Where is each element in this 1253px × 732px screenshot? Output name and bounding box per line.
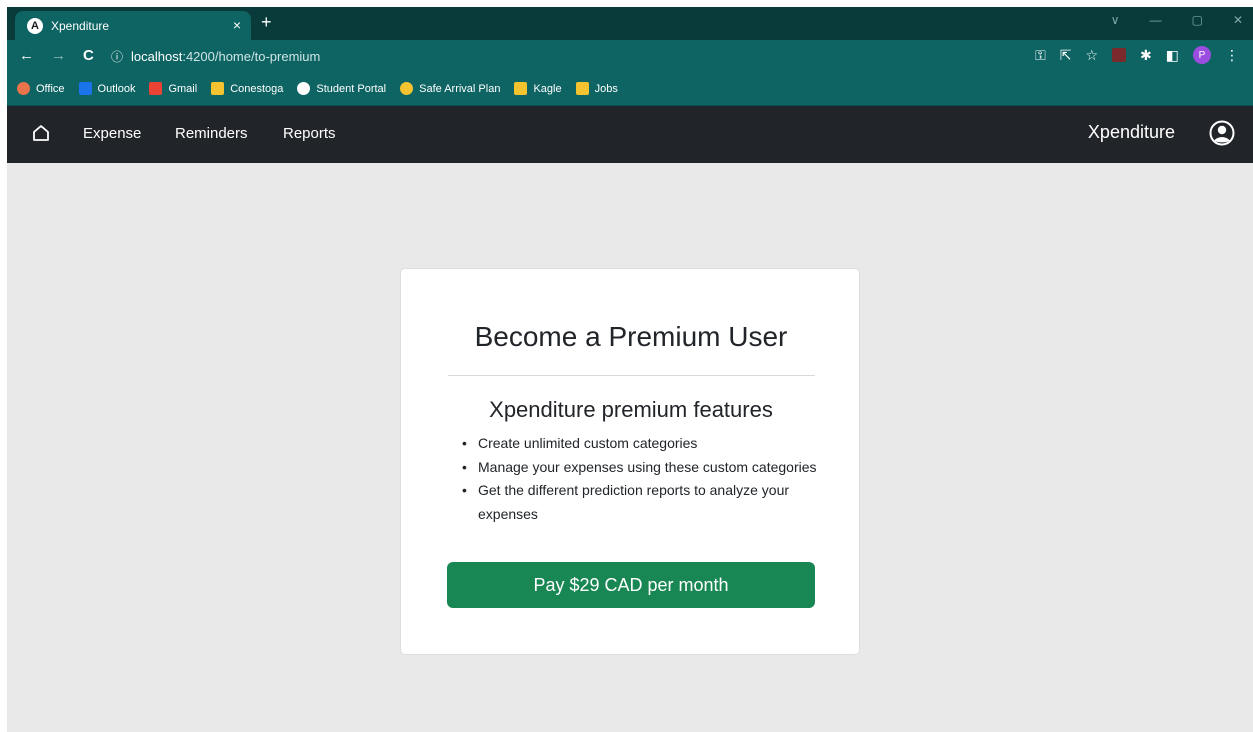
- profile-avatar[interactable]: P: [1193, 46, 1211, 64]
- close-tab-icon[interactable]: ×: [233, 17, 241, 33]
- globe-icon: [297, 82, 311, 95]
- browser-tab-strip: A Xpenditure × + ∨ — ▢ ✕: [7, 7, 1253, 40]
- bookmark-item[interactable]: Conestoga: [211, 82, 283, 95]
- key-icon[interactable]: ⚿: [1035, 47, 1046, 64]
- pay-button[interactable]: Pay $29 CAD per month: [447, 562, 815, 608]
- features-heading: Xpenditure premium features: [489, 397, 773, 422]
- forward-icon[interactable]: →: [51, 47, 66, 64]
- toolbar-icons: ⚿ ⇱ ☆ ✱ ◧ P ⋮: [1035, 46, 1239, 64]
- bookmark-item[interactable]: Jobs: [575, 82, 618, 95]
- url-path: :4200/home/to-premium: [182, 48, 321, 64]
- bookmark-label: Office: [36, 82, 65, 95]
- angular-favicon-icon: A: [27, 17, 43, 34]
- bookmark-item[interactable]: Outlook: [78, 82, 136, 95]
- list-item: Manage your expenses using these custom …: [458, 456, 818, 480]
- browser-toolbar: ← → C ⓘ localhost:4200/home/to-premium ⚿…: [7, 40, 1253, 72]
- browser-tab[interactable]: A Xpenditure ×: [15, 11, 251, 40]
- nav-link-expense[interactable]: Expense: [83, 125, 141, 142]
- back-icon[interactable]: ←: [19, 47, 34, 64]
- bookmark-item[interactable]: Safe Arrival Plan: [400, 82, 500, 95]
- close-window-icon[interactable]: ✕: [1233, 13, 1243, 27]
- folder-icon: [211, 82, 225, 95]
- list-item: Create unlimited custom categories: [458, 432, 818, 456]
- screen: A Xpenditure × + ∨ — ▢ ✕ ← → C ⓘ localho…: [7, 7, 1253, 732]
- folder-icon: [514, 82, 528, 95]
- bookmarks-bar: Office Outlook Gmail Conestoga Student Porta…: [7, 72, 1253, 106]
- window-controls: ∨ — ▢ ✕: [1111, 13, 1243, 27]
- bookmark-item[interactable]: Student Portal: [297, 82, 386, 95]
- bookmark-label: Student Portal: [316, 82, 387, 95]
- list-item: Get the different prediction reports to …: [458, 479, 818, 526]
- outlook-icon: [78, 82, 92, 95]
- bookmark-label: Conestoga: [230, 82, 284, 95]
- home-icon[interactable]: [31, 123, 51, 143]
- divider: [448, 375, 815, 376]
- nav-link-reminders[interactable]: Reminders: [175, 125, 248, 142]
- features-list: Create unlimited custom categories Manag…: [458, 432, 818, 526]
- bookmark-item[interactable]: Office: [17, 82, 65, 95]
- minimize-icon[interactable]: —: [1150, 13, 1162, 27]
- bookmark-label: Gmail: [168, 82, 198, 95]
- brand-name[interactable]: Xpenditure: [1088, 122, 1175, 143]
- star-icon[interactable]: ☆: [1085, 47, 1098, 64]
- side-panel-icon[interactable]: ◧: [1166, 47, 1179, 64]
- premium-card: Become a Premium User Xpenditure premium…: [400, 268, 860, 655]
- user-account-icon[interactable]: [1209, 120, 1235, 146]
- puzzle-icon[interactable]: ✱: [1140, 47, 1152, 64]
- gmail-icon: [149, 82, 163, 95]
- address-bar[interactable]: ⓘ localhost:4200/home/to-premium: [111, 44, 1111, 68]
- restore-icon[interactable]: ▢: [1192, 13, 1203, 27]
- app-navbar: Expense Reminders Reports Xpenditure: [7, 106, 1253, 163]
- nav-link-reports[interactable]: Reports: [283, 125, 336, 142]
- menu-icon[interactable]: ⋮: [1225, 47, 1239, 64]
- bookmark-label: Jobs: [594, 82, 618, 95]
- bookmark-label: Outlook: [97, 82, 136, 95]
- extension-icon[interactable]: [1112, 48, 1127, 62]
- tab-title: Xpenditure: [51, 18, 110, 33]
- loading-icon: [400, 82, 414, 95]
- bookmark-item[interactable]: Kagle: [514, 82, 562, 95]
- share-icon[interactable]: ⇱: [1060, 47, 1072, 64]
- tab-search-icon[interactable]: ∨: [1111, 13, 1120, 27]
- reload-icon[interactable]: C: [83, 47, 94, 64]
- bookmark-label: Kagle: [533, 82, 562, 95]
- bookmark-label: Safe Arrival Plan: [419, 82, 501, 95]
- office-icon: [17, 82, 30, 95]
- url-host: localhost: [131, 48, 183, 64]
- new-tab-button[interactable]: +: [261, 12, 272, 33]
- site-info-icon[interactable]: ⓘ: [111, 48, 123, 65]
- bookmark-item[interactable]: Gmail: [149, 82, 197, 95]
- folder-icon: [575, 82, 589, 95]
- page-title: Become a Premium User: [474, 321, 788, 352]
